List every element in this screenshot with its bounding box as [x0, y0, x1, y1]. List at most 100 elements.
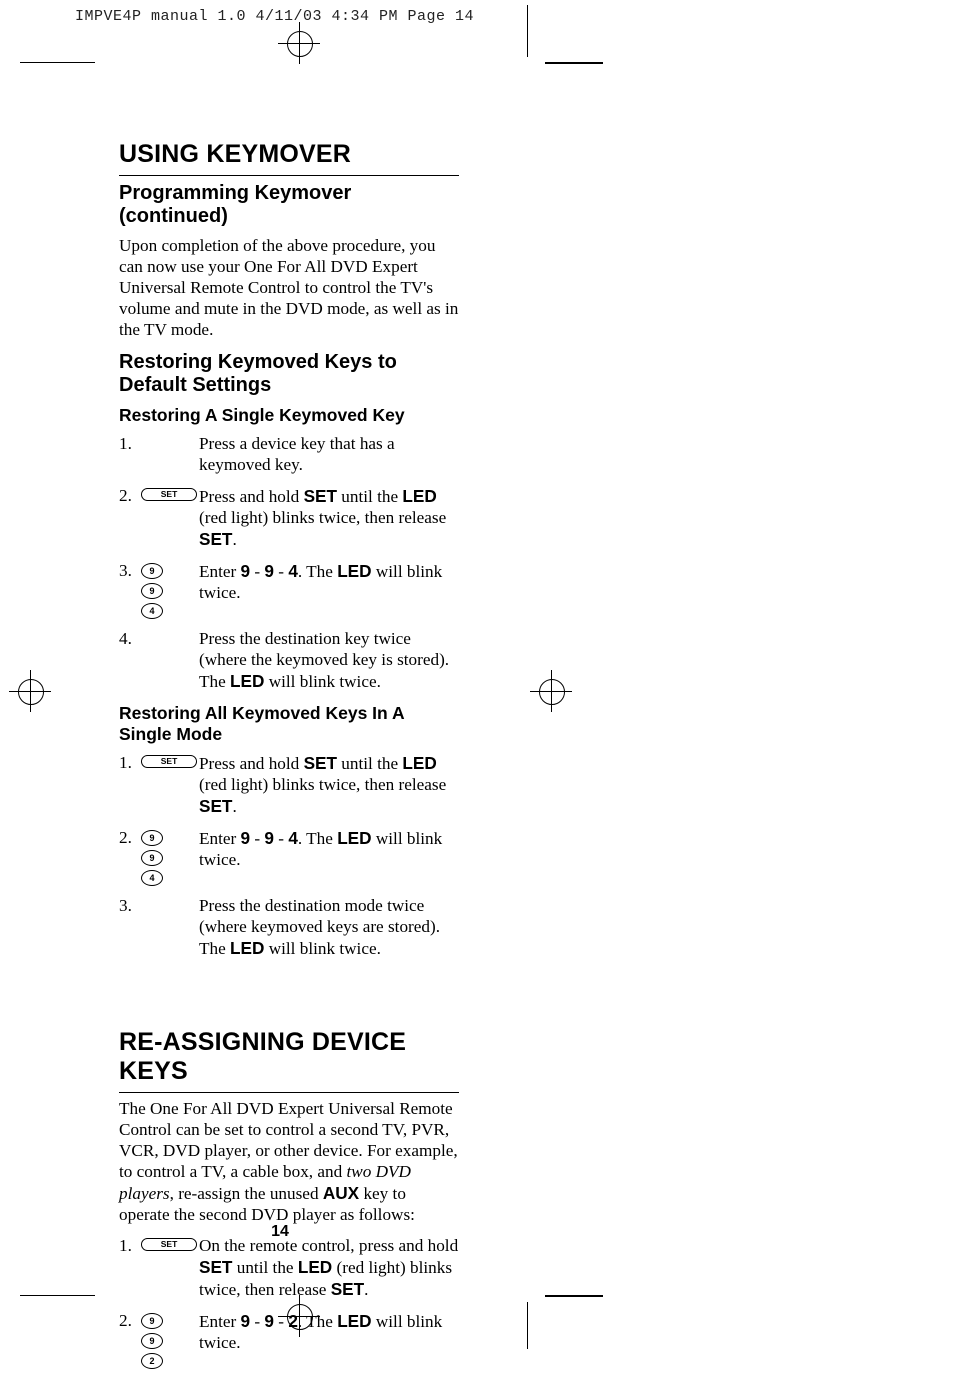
restore-all-heading: Restoring All Keymoved Keys In A Single …: [119, 703, 459, 745]
t: SET: [331, 1279, 364, 1299]
digit-key-icon: 9: [141, 1313, 163, 1329]
step-icons: 9 9 4: [141, 828, 199, 886]
crop-mark: [527, 5, 528, 57]
step-text: Enter 9 - 9 - 2. The LED will blink twic…: [199, 1311, 459, 1354]
step-row: 2. SET Press and hold SET until the LED …: [119, 486, 459, 551]
step-row: 2. 9 9 2 Enter 9 - 9 - 2. The LED will b…: [119, 1311, 459, 1369]
step-number: 1.: [119, 753, 141, 774]
t: 9: [264, 1311, 274, 1331]
step-row: 1. Press a device key that has a keymove…: [119, 434, 459, 476]
restore-heading: Restoring Keymoved Keys to Default Setti…: [119, 351, 459, 397]
t: will blink twice.: [264, 939, 380, 958]
step-row: 1. SET Press and hold SET until the LED …: [119, 753, 459, 818]
t: will blink twice.: [264, 672, 380, 691]
heading-rule: [119, 1092, 459, 1093]
t: Press and hold: [199, 754, 304, 773]
t: LED: [402, 753, 436, 773]
t: 4: [288, 561, 298, 581]
t: Enter: [199, 829, 241, 848]
step-icons: [141, 896, 199, 898]
heading-rule: [119, 175, 459, 176]
crop-mark: [527, 1302, 528, 1349]
digit-key-icon: 9: [141, 830, 163, 846]
t: until the: [232, 1258, 297, 1277]
t: . The: [298, 829, 337, 848]
step-text: Press the destination key twice (where t…: [199, 629, 459, 693]
t: LED: [337, 561, 371, 581]
t: SET: [199, 796, 232, 816]
registration-circle-icon: [18, 679, 44, 705]
subsection-heading: Programming Keymover (continued): [119, 182, 459, 228]
step-text: Enter 9 - 9 - 4. The LED will blink twic…: [199, 561, 459, 604]
step-icons: 9 9 2: [141, 1311, 199, 1369]
registration-circle-icon: [539, 679, 565, 705]
t: (red light) blinks twice, then release: [199, 508, 446, 527]
step-text: Enter 9 - 9 - 4. The LED will blink twic…: [199, 828, 459, 871]
t: LED: [230, 938, 264, 958]
digit-key-icon: 9: [141, 1333, 163, 1349]
t: SET: [304, 753, 337, 773]
t: -: [250, 829, 264, 848]
t: until the: [337, 487, 402, 506]
crop-mark: [20, 62, 95, 63]
section-heading-keymover: USING KEYMOVER: [119, 140, 459, 169]
digit-key-icon: 9: [141, 583, 163, 599]
t: 4: [288, 828, 298, 848]
section-heading-reassign: RE-ASSIGNING DEVICE KEYS: [119, 1028, 459, 1086]
step-icons: SET: [141, 486, 199, 502]
step-row: 1. SET On the remote control, press and …: [119, 1236, 459, 1301]
step-text: Press a device key that has a keymoved k…: [199, 434, 459, 476]
t: -: [274, 562, 288, 581]
t: , re-assign the unused: [170, 1184, 323, 1203]
step-row: 3. 9 9 4 Enter 9 - 9 - 4. The LED will b…: [119, 561, 459, 619]
t: Enter: [199, 1312, 241, 1331]
t: 2: [288, 1311, 298, 1331]
t: LED: [337, 1311, 371, 1331]
page-number: 14: [0, 1223, 560, 1241]
t: SET: [199, 1257, 232, 1277]
step-number: 3.: [119, 561, 141, 582]
step-row: 4. Press the destination key twice (wher…: [119, 629, 459, 693]
t: SET: [304, 486, 337, 506]
step-icons: [141, 434, 199, 436]
t: .: [232, 530, 236, 549]
t: (red light) blinks twice, then release: [199, 775, 446, 794]
t: until the: [337, 754, 402, 773]
t: Enter: [199, 562, 241, 581]
t: Press and hold: [199, 487, 304, 506]
step-row: 2. 9 9 4 Enter 9 - 9 - 4. The LED will b…: [119, 828, 459, 886]
print-slug: IMPVE4P manual 1.0 4/11/03 4:34 PM Page …: [75, 8, 474, 25]
step-icons: SET: [141, 753, 199, 769]
restore-single-heading: Restoring A Single Keymoved Key: [119, 405, 459, 426]
digit-key-icon: 9: [141, 563, 163, 579]
t: AUX: [323, 1183, 359, 1203]
t: LED: [298, 1257, 332, 1277]
step-row: 3. Press the destination mode twice (whe…: [119, 896, 459, 960]
set-key-icon: SET: [141, 755, 197, 769]
t: 9: [241, 1311, 251, 1331]
digit-key-icon: 4: [141, 603, 163, 619]
set-key-icon: SET: [141, 488, 197, 502]
stub-rule: [545, 62, 603, 64]
step-number: 2.: [119, 486, 141, 507]
t: . The: [298, 562, 337, 581]
t: 9: [241, 561, 251, 581]
digit-key-icon: 2: [141, 1353, 163, 1369]
step-icons: [141, 629, 199, 631]
intro-paragraph: The One For All DVD Expert Universal Rem…: [119, 1099, 459, 1226]
t: -: [250, 1312, 264, 1331]
digit-key-icon: 4: [141, 870, 163, 886]
t: 9: [264, 561, 274, 581]
stub-rule: [545, 1295, 603, 1297]
t: 9: [241, 828, 251, 848]
t: LED: [337, 828, 371, 848]
step-text: On the remote control, press and hold SE…: [199, 1236, 459, 1301]
registration-circle-icon: [287, 31, 313, 57]
step-number: 2.: [119, 1311, 141, 1332]
t: -: [274, 1312, 288, 1331]
step-icons: 9 9 4: [141, 561, 199, 619]
t: 9: [264, 828, 274, 848]
step-number: 1.: [119, 434, 141, 455]
t: -: [250, 562, 264, 581]
t: . The: [298, 1312, 337, 1331]
